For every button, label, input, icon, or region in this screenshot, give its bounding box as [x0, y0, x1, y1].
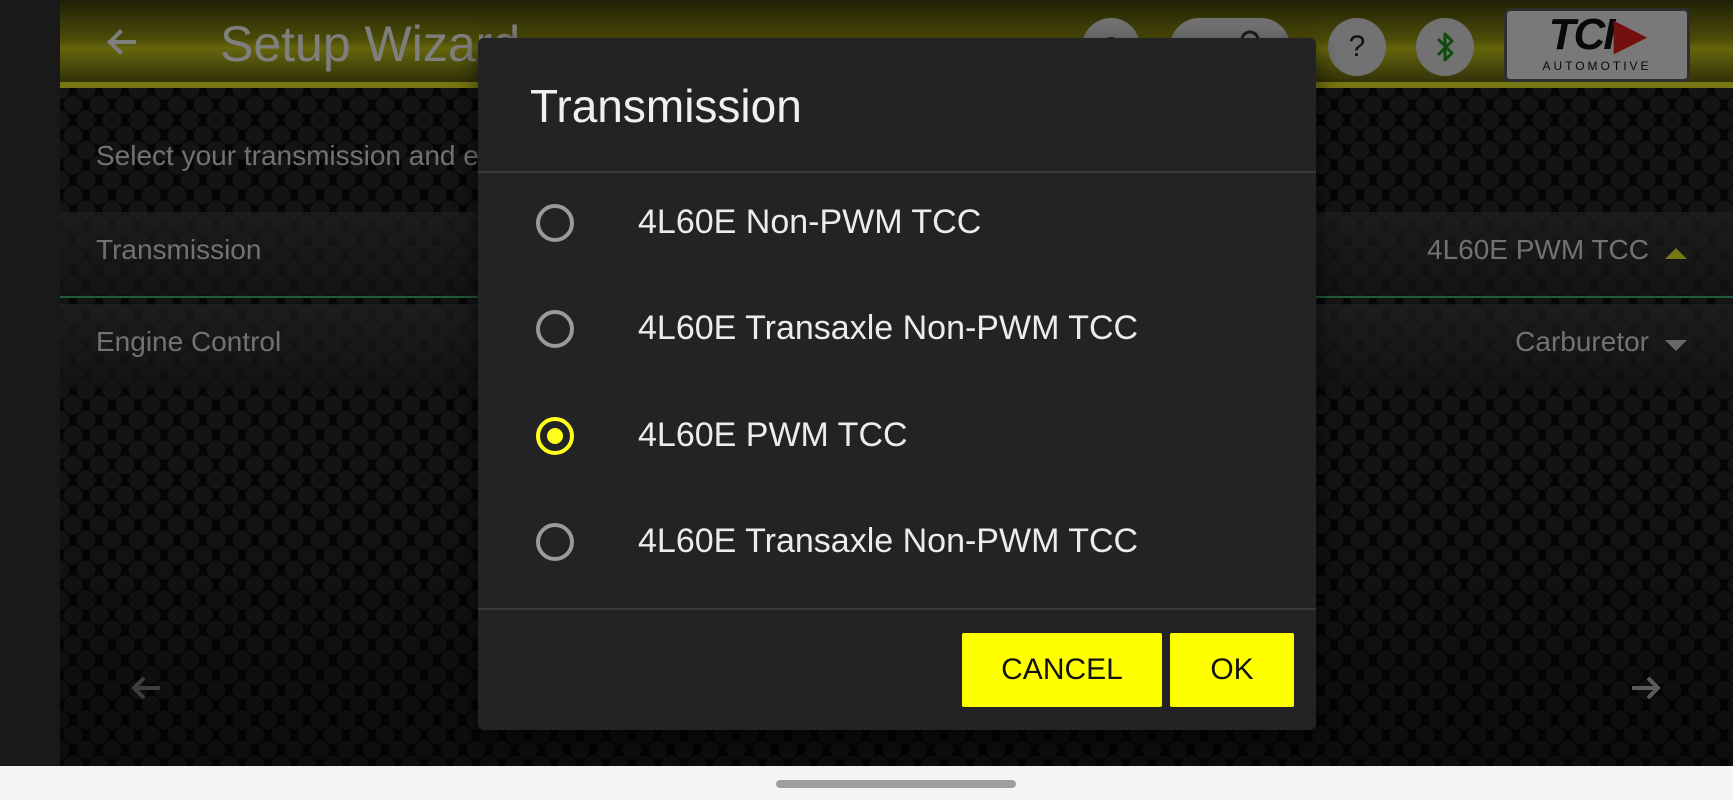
ok-button[interactable]: OK — [1170, 633, 1294, 707]
cancel-button[interactable]: CANCEL — [962, 633, 1162, 707]
option-label: 4L60E Transaxle Non-PWM TCC — [638, 522, 1139, 560]
transmission-dialog: Transmission 4L60E Non-PWM TCC 4L60E Tra… — [478, 38, 1316, 730]
dialog-divider-bottom — [478, 608, 1316, 610]
radio-button[interactable] — [536, 523, 574, 561]
dialog-title: Transmission — [530, 80, 802, 132]
option-4l60e-pwm-tcc[interactable]: 4L60E PWM TCC — [478, 387, 1316, 493]
radio-button-selected[interactable] — [536, 417, 574, 455]
gesture-handle[interactable] — [776, 780, 1016, 788]
option-label: 4L60E Non-PWM TCC — [638, 203, 982, 241]
dialog-divider-top — [478, 171, 1316, 173]
option-label: 4L60E Transaxle Non-PWM TCC — [638, 309, 1139, 347]
screen: Setup Wizard ? TCI▶ AUTOMOTIVE Select yo… — [0, 0, 1733, 800]
radio-button[interactable] — [536, 310, 574, 348]
system-navigation-bar — [0, 766, 1733, 800]
radio-button[interactable] — [536, 204, 574, 242]
option-4l60e-transaxle-non-pwm-tcc[interactable]: 4L60E Transaxle Non-PWM TCC — [478, 280, 1316, 386]
option-label: 4L60E PWM TCC — [638, 416, 908, 454]
option-4l60e-transaxle-non-pwm-tcc-2[interactable]: 4L60E Transaxle Non-PWM TCC — [478, 493, 1316, 599]
option-4l60e-non-pwm-tcc[interactable]: 4L60E Non-PWM TCC — [478, 174, 1316, 280]
